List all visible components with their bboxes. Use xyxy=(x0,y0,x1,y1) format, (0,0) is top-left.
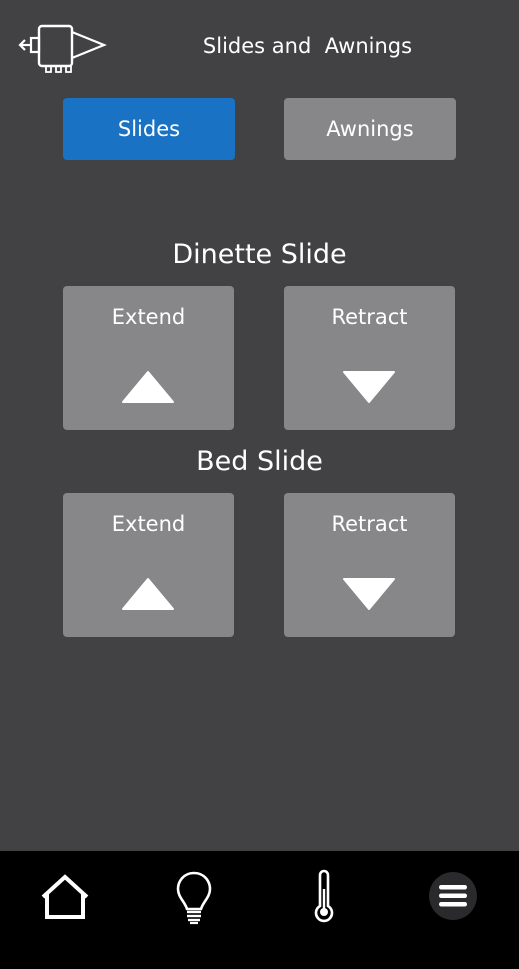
tab-awnings[interactable]: Awnings xyxy=(284,98,456,160)
app-screen: Slides and Awnings Slides Awnings Dinett… xyxy=(0,0,519,969)
retract-label: Retract xyxy=(331,512,408,536)
hamburger-menu-icon xyxy=(429,872,477,920)
bed-slide-title: Bed Slide xyxy=(196,446,323,477)
bed-retract-button[interactable]: Retract xyxy=(284,493,455,637)
dinette-extend-button[interactable]: Extend xyxy=(63,286,234,430)
dinette-retract-button[interactable]: Retract xyxy=(284,286,455,430)
nav-menu[interactable] xyxy=(418,861,488,931)
dinette-slide-title: Dinette Slide xyxy=(172,239,347,270)
lightbulb-icon xyxy=(176,871,212,925)
tab-slides[interactable]: Slides xyxy=(63,98,235,160)
page-title: Slides and Awnings xyxy=(202,34,413,58)
extend-label: Extend xyxy=(111,512,186,536)
arrow-up-icon xyxy=(122,578,174,610)
extend-label: Extend xyxy=(111,305,186,329)
slide-out-camper-icon[interactable] xyxy=(18,20,110,76)
nav-lights[interactable] xyxy=(159,861,229,931)
arrow-up-icon xyxy=(122,371,174,403)
arrow-down-icon xyxy=(343,578,395,610)
bed-extend-button[interactable]: Extend xyxy=(63,493,234,637)
arrow-down-icon xyxy=(343,371,395,403)
nav-climate[interactable] xyxy=(289,861,359,931)
bottom-nav xyxy=(0,851,519,969)
nav-home[interactable] xyxy=(30,861,100,931)
home-icon xyxy=(41,874,89,919)
retract-label: Retract xyxy=(331,305,408,329)
thermometer-icon xyxy=(314,869,334,923)
